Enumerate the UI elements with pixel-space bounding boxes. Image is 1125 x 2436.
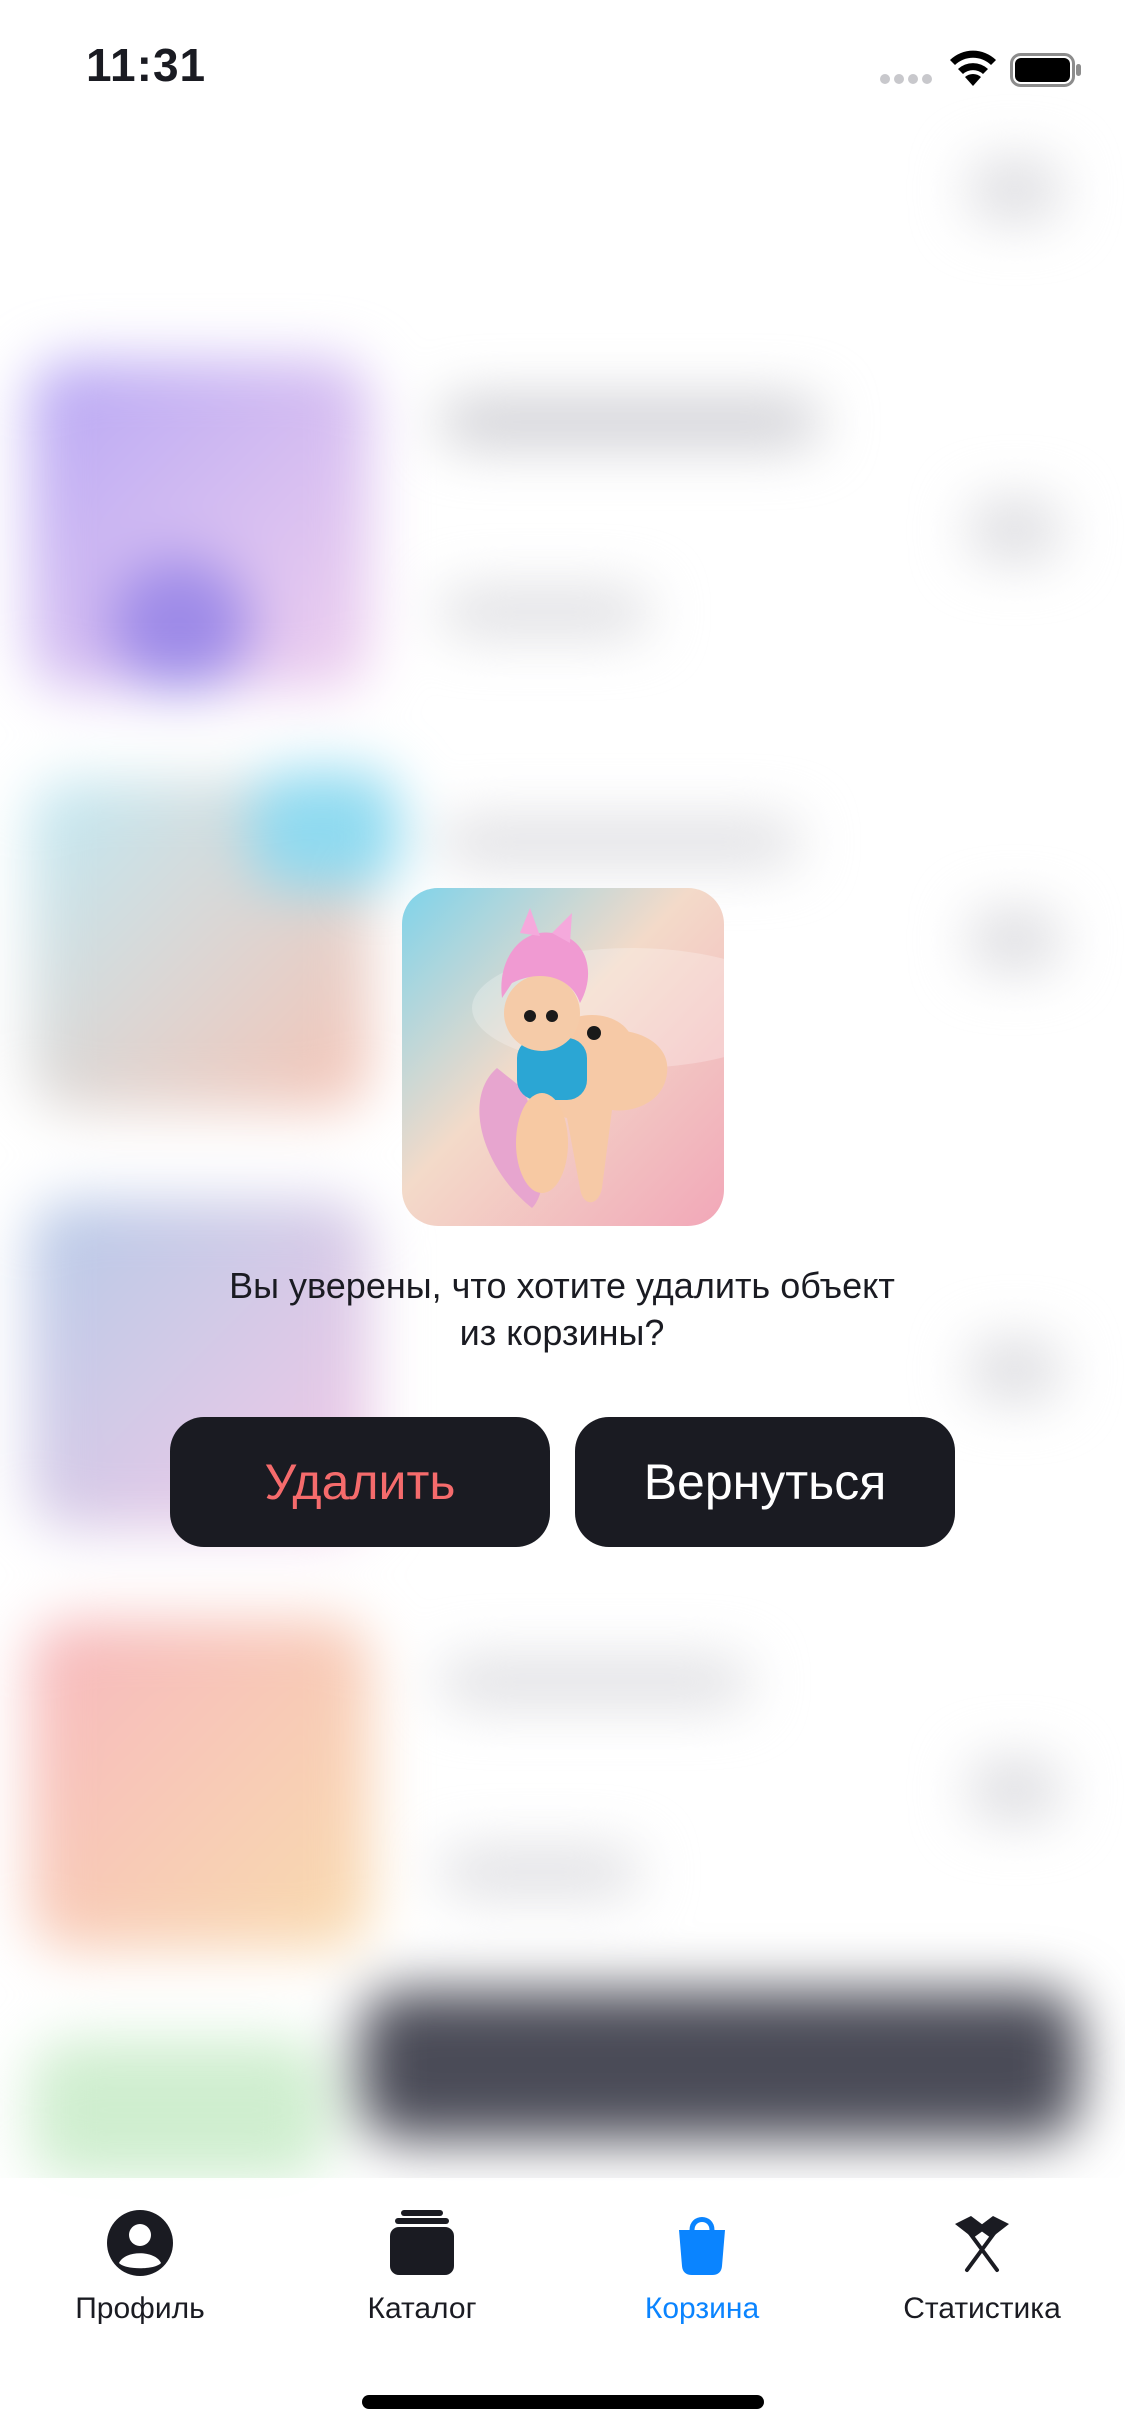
tab-cart[interactable]: Корзина	[572, 2208, 832, 2338]
home-indicator[interactable]	[362, 2395, 764, 2409]
blurred-nft-image	[110, 560, 250, 690]
blurred-nft-image	[30, 1620, 370, 1950]
bag-icon	[679, 2217, 725, 2275]
nft-image	[402, 888, 724, 1226]
wifi-icon	[950, 50, 996, 86]
back-button[interactable]: Вернуться	[575, 1417, 955, 1547]
blurred-price	[970, 160, 1060, 220]
tab-catalog[interactable]: Каталог	[292, 2208, 552, 2338]
blurred-price	[970, 910, 1060, 970]
blurred-text-line	[440, 820, 800, 864]
blurred-price	[970, 500, 1060, 560]
blurred-price	[970, 1340, 1060, 1400]
stack-icon	[390, 2210, 454, 2275]
battery-icon	[1010, 53, 1081, 87]
nft-artwork	[402, 888, 724, 1226]
status-time: 11:31	[86, 39, 207, 91]
blurred-text-line	[440, 400, 820, 444]
tab-label: Корзина	[644, 2292, 760, 2325]
tab-statistics[interactable]: Статистика	[852, 2208, 1112, 2338]
blurred-nft-image	[30, 2040, 330, 2180]
cellular-signal-icon	[880, 74, 932, 86]
tab-label: Статистика	[903, 2292, 1061, 2325]
person-circle-icon	[107, 2210, 173, 2276]
tab-profile[interactable]: Профиль	[10, 2208, 270, 2338]
blurred-pay-panel	[360, 1990, 1080, 2140]
blurred-text-line	[440, 590, 650, 634]
blurred-nft-image	[250, 770, 400, 890]
blurred-text-line	[440, 1850, 640, 1894]
blurred-text-line	[440, 1660, 750, 1704]
tab-label: Профиль	[75, 2292, 205, 2325]
delete-confirmation-message: Вы уверены, что хотите удалить объект из…	[229, 1265, 895, 1353]
delete-button[interactable]: Удалить	[170, 1417, 550, 1547]
tab-label: Каталог	[367, 2292, 477, 2325]
status-bar: 11:31	[0, 0, 1125, 140]
blurred-price	[970, 1760, 1060, 1820]
flags-icon	[955, 2216, 1009, 2272]
